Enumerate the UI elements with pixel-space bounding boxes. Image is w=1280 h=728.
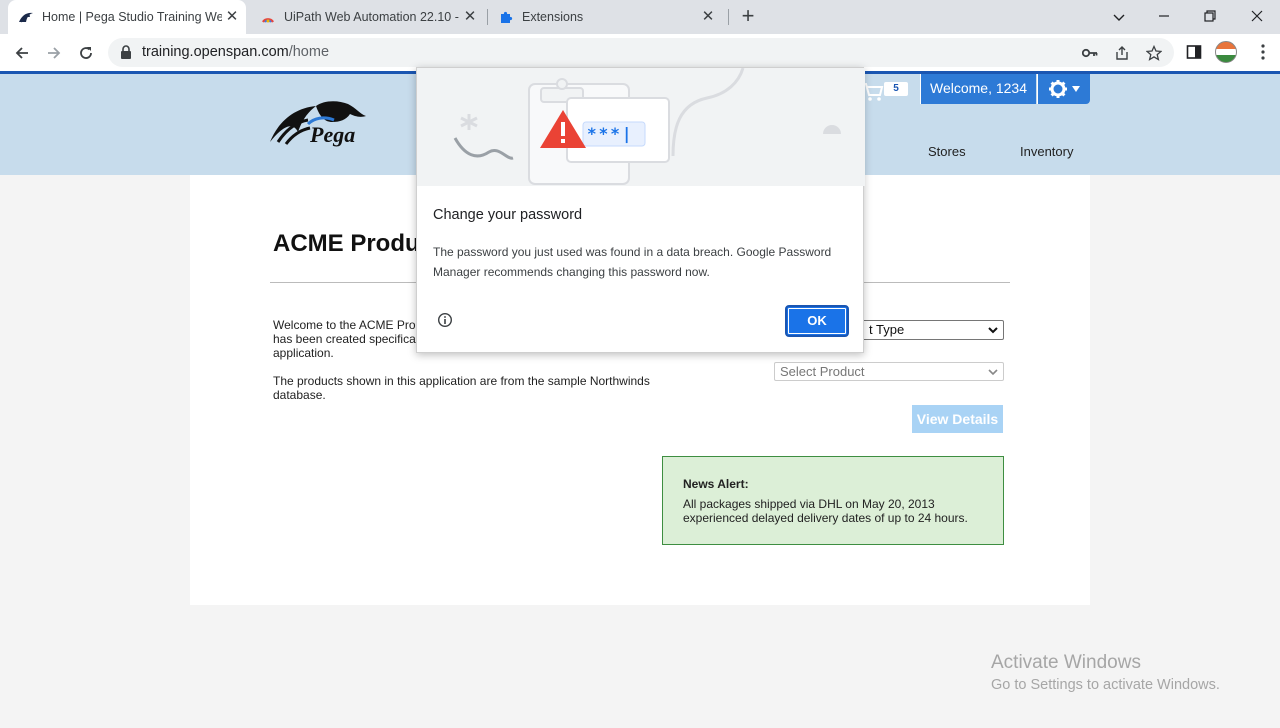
pega-icon [18, 9, 34, 25]
side-panel-icon[interactable] [1185, 43, 1203, 61]
chevron-down-icon [988, 369, 998, 376]
news-alert-title: News Alert: [683, 477, 749, 491]
tab-strip: Home | Pega Studio Training Web ✕ UiPath… [0, 0, 1280, 34]
ok-button[interactable]: OK [785, 305, 849, 337]
restore-icon[interactable] [1198, 6, 1222, 28]
tab-title: Extensions [522, 10, 584, 24]
close-window-icon[interactable] [1245, 6, 1269, 28]
more-menu-icon[interactable] [1255, 43, 1271, 61]
url-path: /home [288, 44, 330, 60]
product-select-placeholder: Select Product [780, 364, 865, 379]
info-icon[interactable] [437, 312, 453, 328]
product-type-select[interactable]: t Type [852, 320, 1004, 340]
tab-uipath[interactable]: UiPath Web Automation 22.10 - C ✕ [250, 0, 486, 34]
puzzle-icon [498, 9, 514, 25]
activate-windows-subtitle: Go to Settings to activate Windows. [991, 677, 1220, 693]
products-note: The products shown in this application a… [273, 374, 650, 402]
url-host: training.openspan.com [142, 44, 289, 60]
chevron-down-icon [1072, 86, 1080, 92]
view-details-button[interactable]: View Details [912, 405, 1003, 433]
cart-count-badge: 5 [884, 82, 908, 96]
welcome-user-button[interactable]: Welcome, 1234 [920, 74, 1036, 104]
product-select[interactable]: Select Product [774, 362, 1004, 381]
password-mask: ***| [587, 124, 634, 143]
key-icon[interactable] [1082, 45, 1098, 61]
gear-icon [1049, 80, 1067, 98]
back-icon[interactable] [10, 41, 34, 65]
menu-item-inventory[interactable]: Inventory [1020, 144, 1073, 159]
address-bar[interactable]: training.openspan.com/home [108, 38, 1174, 67]
dialog-title: Change your password [433, 207, 583, 223]
tab-search-icon[interactable] [1107, 6, 1131, 28]
news-alert: News Alert: All packages shipped via DHL… [662, 456, 1004, 545]
logo-text: Pega [310, 122, 356, 147]
tab-title: Home | Pega Studio Training Web [42, 10, 222, 24]
close-tab-icon[interactable]: ✕ [224, 9, 240, 25]
url-text: training.openspan.com/home [142, 44, 329, 60]
new-tab-icon[interactable]: + [737, 5, 759, 28]
uipath-icon [260, 9, 276, 25]
news-alert-body: All packages shipped via DHL on May 20, … [683, 497, 968, 525]
lock-icon[interactable] [120, 45, 132, 64]
forward-icon[interactable] [42, 41, 66, 65]
reload-icon[interactable] [74, 41, 98, 65]
settings-menu-button[interactable] [1037, 74, 1090, 104]
share-icon[interactable] [1114, 45, 1130, 61]
tab-extensions[interactable]: Extensions ✕ [488, 0, 724, 34]
tab-separator [728, 9, 729, 25]
page-title: ACME Produ [273, 230, 420, 257]
bookmark-star-icon[interactable] [1146, 45, 1162, 61]
product-type-value: t Type [869, 322, 905, 337]
activate-windows-title: Activate Windows [991, 652, 1141, 673]
chevron-down-icon [988, 327, 998, 334]
minimize-icon[interactable] [1152, 6, 1176, 28]
change-password-dialog: ***| Change your password The password y… [416, 67, 865, 353]
tab-pega-home[interactable]: Home | Pega Studio Training Web ✕ [8, 0, 246, 34]
tab-title: UiPath Web Automation 22.10 - C [284, 10, 460, 24]
browser-toolbar: training.openspan.com/home [0, 34, 1280, 71]
close-tab-icon[interactable]: ✕ [462, 9, 478, 25]
password-breach-illustration: ***| [417, 68, 865, 186]
profile-avatar[interactable] [1215, 41, 1237, 63]
dialog-body: The password you just used was found in … [433, 245, 832, 279]
close-tab-icon[interactable]: ✕ [700, 9, 716, 25]
menu-item-stores[interactable]: Stores [928, 144, 966, 159]
